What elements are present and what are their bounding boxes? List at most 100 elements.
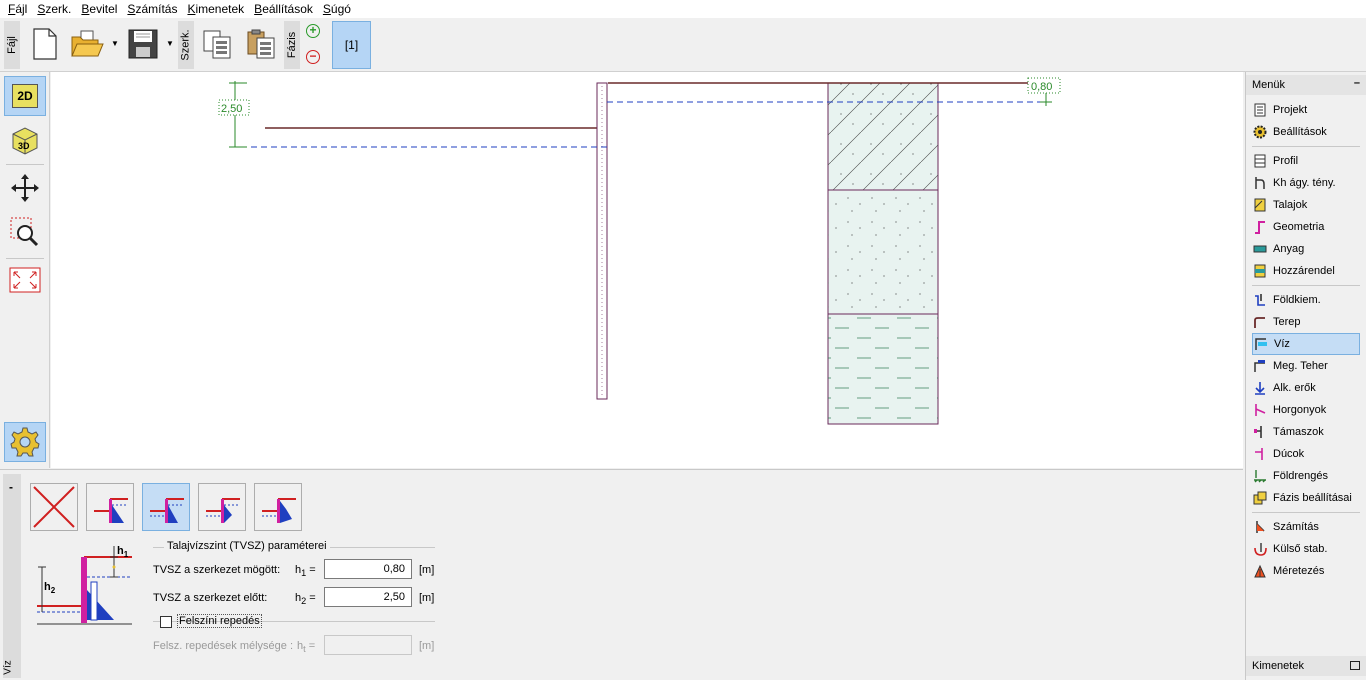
group-title: Talajvízszint (TVSZ) paraméterei: [164, 540, 330, 552]
label-ht: Felsz. repedések mélysége :: [153, 640, 294, 652]
toolbar-group-phase: Fázis: [284, 21, 300, 69]
collapse-icon[interactable]: –: [1354, 77, 1360, 89]
zoom-icon: [10, 217, 39, 247]
separator: [6, 164, 44, 165]
menu-item-earthquake[interactable]: Földrengés: [1252, 465, 1360, 487]
menu-item-external-stability[interactable]: Külső stab.: [1252, 538, 1360, 560]
water-type-2-button[interactable]: [142, 483, 190, 531]
water-type-4-button[interactable]: [254, 483, 302, 531]
outputs-panel-header[interactable]: Kimenetek: [1246, 656, 1366, 676]
tension-crack-label[interactable]: Felszíni repedés: [177, 614, 262, 628]
dimension-right-label: 0,80: [1031, 81, 1052, 93]
h2-input[interactable]: 2,50: [324, 587, 412, 607]
menu-input[interactable]: Bevitel: [76, 0, 122, 18]
view-3d-button[interactable]: 3D: [4, 120, 46, 160]
menu-settings[interactable]: Beállítások: [249, 0, 318, 18]
pin-icon[interactable]: -: [9, 480, 13, 494]
paste-icon: [247, 29, 275, 59]
soils-icon: [1252, 197, 1268, 213]
menu-item-phase-settings[interactable]: Fázis beállításai: [1252, 487, 1360, 509]
menu-item-supports[interactable]: Támaszok: [1252, 421, 1360, 443]
pan-button[interactable]: [4, 168, 46, 208]
view-toolbar: 2D 3D: [0, 72, 50, 468]
menu-item-anchors[interactable]: Horgonyok: [1252, 399, 1360, 421]
menu-item-settings[interactable]: Beállítások: [1252, 121, 1360, 143]
water-type-1-button[interactable]: [86, 483, 134, 531]
menu-item-applied-forces[interactable]: Alk. erők: [1252, 377, 1360, 399]
zoom-window-button[interactable]: [4, 212, 46, 252]
menu-item-soils[interactable]: Talajok: [1252, 194, 1360, 216]
label-h2: TVSZ a szerkezet előtt:: [153, 592, 268, 604]
surcharge-icon: [1252, 358, 1268, 374]
water-icon: [1253, 336, 1269, 352]
open-folder-icon: [71, 30, 104, 57]
menu-item-subgrade[interactable]: Kh ágy. tény.: [1252, 172, 1360, 194]
menu-file[interactable]: Fájl: [3, 0, 32, 18]
assign-icon: [1252, 263, 1268, 279]
open-file-button[interactable]: [68, 24, 106, 64]
label-h1: TVSZ a szerkezet mögött:: [153, 564, 281, 576]
view-2d-button[interactable]: 2D: [4, 76, 46, 116]
zoom-extents-button[interactable]: [4, 260, 46, 300]
paste-button[interactable]: [242, 24, 280, 64]
separator: [1252, 512, 1360, 513]
menu-item-excavation[interactable]: Földkiem.: [1252, 289, 1360, 311]
new-file-button[interactable]: [26, 24, 64, 64]
drawing-canvas[interactable]: 2,50 0,80: [51, 72, 1243, 468]
menu-edit[interactable]: Szerk.: [32, 0, 76, 18]
gear-icon: [1252, 124, 1268, 140]
open-dropdown-arrow[interactable]: ▼: [111, 40, 119, 48]
menu-item-material[interactable]: Anyag: [1252, 238, 1360, 260]
maximize-icon[interactable]: [1350, 661, 1360, 670]
phase-1-tab[interactable]: [1]: [332, 21, 371, 69]
right-menu-panel: Menük – Projekt Beállítások Profil Kh ágy…: [1245, 72, 1366, 680]
menu-item-assign[interactable]: Hozzárendel: [1252, 260, 1360, 282]
no-water-icon: [33, 486, 75, 528]
menu-item-surcharge[interactable]: Meg. Teher: [1252, 355, 1360, 377]
menu-item-project[interactable]: Projekt: [1252, 99, 1360, 121]
water-type-3-button[interactable]: [198, 483, 246, 531]
save-button[interactable]: [124, 24, 162, 64]
symbol-h2: h2 =: [295, 592, 316, 607]
main-toolbar: Fájl ▼ ▼ Szerk. Fázis + − [1]: [0, 18, 1366, 72]
no-water-button[interactable]: [30, 483, 78, 531]
water-custom-icon: [262, 498, 296, 523]
zoom-extents-icon: [9, 267, 41, 293]
remove-phase-button[interactable]: −: [306, 50, 320, 64]
copy-button[interactable]: [198, 24, 236, 64]
analysis-icon: [1252, 519, 1268, 535]
dimension-left-label: 2,50: [221, 103, 242, 115]
menu-item-props[interactable]: Dúcok: [1252, 443, 1360, 465]
geometry-icon: [1252, 219, 1268, 235]
menu-item-profile[interactable]: Profil: [1252, 150, 1360, 172]
menu-panel-header[interactable]: Menük –: [1246, 75, 1366, 95]
menu-item-analysis[interactable]: Számítás: [1252, 516, 1360, 538]
menu-analysis[interactable]: Számítás: [122, 0, 182, 18]
save-dropdown-arrow[interactable]: ▼: [166, 40, 174, 48]
unit-ht: [m]: [419, 640, 435, 652]
toolbar-group-edit: Szerk.: [178, 21, 194, 69]
gear-icon: [10, 427, 40, 457]
structure-drawing: 2,50 0,80: [218, 77, 1061, 425]
tension-crack-checkbox[interactable]: [160, 616, 172, 628]
copy-icon: [203, 30, 231, 59]
3d-cube-icon: 3D: [12, 127, 38, 155]
menu-outputs[interactable]: Kimenetek: [182, 0, 249, 18]
frame-side-tab[interactable]: - Víz: [3, 474, 21, 678]
add-phase-button[interactable]: +: [306, 24, 320, 38]
input-frame: - Víz h1 h2 Talajvízszint (TVSZ) paramét…: [0, 469, 1243, 680]
symbol-ht: ht =: [297, 640, 316, 655]
symbol-h1: h1 =: [295, 564, 316, 579]
menu-help[interactable]: Súgó: [318, 0, 356, 18]
menu-item-geometry[interactable]: Geometria: [1252, 216, 1360, 238]
h1-input[interactable]: 0,80: [324, 559, 412, 579]
phase-settings-icon: [1252, 490, 1268, 506]
drawing-settings-button[interactable]: [4, 422, 46, 462]
menu-item-terrain[interactable]: Terep: [1252, 311, 1360, 333]
menu-item-water[interactable]: Víz: [1252, 333, 1360, 355]
unit-h2: [m]: [419, 592, 435, 604]
new-file-icon: [33, 28, 57, 60]
dimensioning-icon: [1252, 563, 1268, 579]
menu-item-dimensioning[interactable]: Méretezés: [1252, 560, 1360, 582]
2d-icon: 2D: [12, 84, 38, 108]
